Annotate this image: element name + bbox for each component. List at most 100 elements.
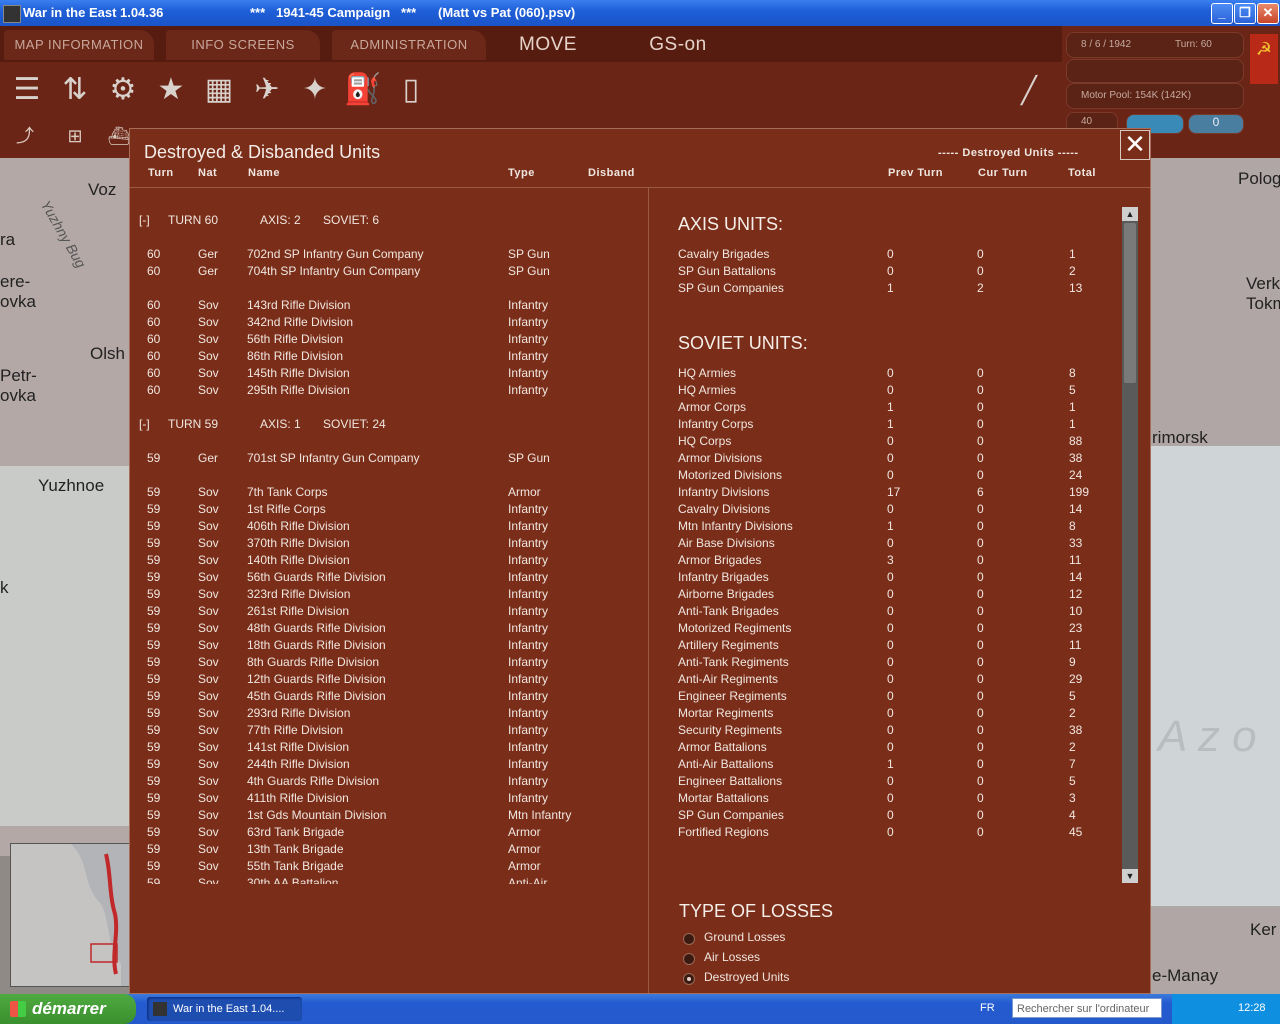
star-icon[interactable]: ★ — [152, 71, 190, 109]
summary-scrollbar[interactable]: ▲ ▼ — [1122, 207, 1138, 883]
unit-row[interactable]: 59 Sov 48th Guards Rifle Division Infantry — [130, 621, 648, 638]
unit-row[interactable]: 60 Sov 295th Rifle Division Infantry — [130, 383, 648, 400]
unit-row[interactable]: 59 Sov 13th Tank Brigade Armor — [130, 842, 648, 859]
unit-row[interactable]: 59 Sov 140th Rifle Division Infantry — [130, 553, 648, 570]
air-icon[interactable]: ✈ — [248, 71, 286, 109]
radio-label-ground[interactable]: Ground Losses — [704, 930, 785, 944]
summary-prev-turn: 1 — [887, 417, 894, 431]
unit-row[interactable]: 59 Sov 244th Rifle Division Infantry — [130, 757, 648, 774]
unit-type: Infantry — [508, 723, 549, 737]
minimap[interactable] — [10, 843, 130, 987]
pencil-icon[interactable]: ╱ — [1010, 71, 1048, 109]
unit-row[interactable]: 59 Sov 7th Tank Corps Armor — [130, 485, 648, 502]
col-header-prev-turn: Prev Turn — [888, 167, 944, 179]
unit-row[interactable]: 60 Sov 86th Rifle Division Infantry — [130, 349, 648, 366]
unit-row[interactable]: 60 Sov 56th Rifle Division Infantry — [130, 332, 648, 349]
unit-stack-icon[interactable]: ☰ — [8, 71, 46, 109]
unit-row[interactable]: 59 Sov 77th Rifle Division Infantry — [130, 723, 648, 740]
scroll-thumb[interactable] — [1124, 223, 1136, 383]
tab-map-information[interactable]: MAP INFORMATION — [4, 30, 154, 60]
col-header-name[interactable]: Name — [248, 167, 280, 179]
scroll-up-arrow-icon[interactable]: ▲ — [1122, 207, 1138, 221]
unit-row[interactable]: 59 Sov 12th Guards Rifle Division Infantry — [130, 672, 648, 689]
taskbar-item-game[interactable]: War in the East 1.04.... — [147, 997, 302, 1021]
unit-row[interactable]: 59 Sov 4th Guards Rifle Division Infantry — [130, 774, 648, 791]
radio-air-losses[interactable] — [683, 953, 695, 965]
unit-row[interactable]: 59 Sov 323rd Rifle Division Infantry — [130, 587, 648, 604]
turn-group-header[interactable]: [-] TURN 59 AXIS: 1 SOVIET: 24 — [130, 417, 648, 434]
unit-type: Infantry — [508, 604, 549, 618]
unit-row[interactable]: 59 Sov 18th Guards Rifle Division Infantry — [130, 638, 648, 655]
collapse-toggle[interactable]: [-] — [139, 417, 150, 431]
turn-group-header[interactable]: [-] TURN 60 AXIS: 2 SOVIET: 6 — [130, 213, 648, 230]
col-header-disband[interactable]: Disband — [588, 167, 635, 179]
unit-row[interactable]: 59 Sov 1st Rifle Corps Infantry — [130, 502, 648, 519]
scroll-down-arrow-icon[interactable]: ▼ — [1122, 869, 1138, 883]
close-window-button[interactable]: ✕ — [1257, 3, 1279, 24]
formation-icon[interactable]: ⇅ — [56, 71, 94, 109]
unit-row[interactable]: 59 Sov 370th Rifle Division Infantry — [130, 536, 648, 553]
radio-label-air[interactable]: Air Losses — [704, 950, 760, 964]
collapse-toggle[interactable]: [-] — [139, 213, 150, 227]
summary-list[interactable]: AXIS UNITS: Cavalry Brigades 0 0 1 SP Gun Ba… — [650, 204, 1120, 884]
unit-row[interactable]: 59 Sov 30th AA Battalion Anti-Air — [130, 876, 648, 884]
unit-row[interactable]: 59 Sov 8th Guards Rifle Division Infantry — [130, 655, 648, 672]
unit-row[interactable]: 60 Sov 145th Rifle Division Infantry — [130, 366, 648, 383]
tab-info-screens[interactable]: INFO SCREENS — [166, 30, 320, 60]
unit-row[interactable]: 59 Sov 63rd Tank Brigade Armor — [130, 825, 648, 842]
tab-administration[interactable]: ADMINISTRATION — [332, 30, 486, 60]
unit-type: Infantry — [508, 774, 549, 788]
supply-icon[interactable]: ▯ — [392, 71, 430, 109]
search-input[interactable]: Rechercher sur l'ordinateur — [1012, 998, 1162, 1018]
tab-move[interactable]: MOVE — [500, 30, 596, 60]
turn-label: TURN 59 — [168, 417, 219, 431]
maximize-button[interactable]: ❐ — [1234, 3, 1256, 24]
unit-row[interactable]: 59 Sov 56th Guards Rifle Division Infantry — [130, 570, 648, 587]
unit-name: 701st SP Infantry Gun Company — [247, 451, 420, 465]
radio-destroyed-units[interactable] — [683, 973, 695, 985]
radio-ground-losses[interactable] — [683, 933, 695, 945]
unit-row[interactable]: 59 Sov 141st Rifle Division Infantry — [130, 740, 648, 757]
language-indicator[interactable]: FR — [980, 1002, 995, 1014]
dialog-close-button[interactable]: ✕ — [1120, 130, 1150, 160]
col-header-turn[interactable]: Turn — [148, 167, 174, 179]
summary-total: 45 — [1069, 825, 1083, 839]
unit-nationality: Sov — [198, 757, 219, 771]
hex-grid-icon[interactable]: ▦ — [200, 71, 238, 109]
gear-icon[interactable]: ⚙ — [104, 71, 142, 109]
summary-prev-turn: 0 — [887, 536, 894, 550]
map-label: Olsh — [90, 344, 125, 363]
rail-icon[interactable]: ⊞ — [60, 121, 90, 151]
unit-turn: 59 — [147, 587, 161, 601]
bombing-icon[interactable]: ✦ — [296, 71, 334, 109]
unit-nationality: Sov — [198, 655, 219, 669]
unit-row[interactable]: 59 Sov 406th Rifle Division Infantry — [130, 519, 648, 536]
tab-gs-toggle[interactable]: GS-on — [630, 30, 726, 60]
minimize-button[interactable]: _ — [1211, 3, 1233, 24]
unit-row[interactable]: 59 Sov 45th Guards Rifle Division Infantry — [130, 689, 648, 706]
summary-cur-turn: 0 — [977, 502, 984, 516]
unit-row[interactable]: 60 Ger 704th SP Infantry Gun Company SP Gun — [130, 264, 648, 281]
unit-nationality: Sov — [198, 587, 219, 601]
unit-row[interactable]: 59 Ger 701st SP Infantry Gun Company SP Gun — [130, 451, 648, 468]
unit-row[interactable]: 60 Sov 342nd Rifle Division Infantry — [130, 315, 648, 332]
summary-row: Infantry Divisions 17 6 199 — [650, 485, 1120, 502]
radio-label-destroyed[interactable]: Destroyed Units — [704, 970, 789, 984]
col-header-nat[interactable]: Nat — [198, 167, 217, 179]
unit-row[interactable]: 59 Sov 293rd Rifle Division Infantry — [130, 706, 648, 723]
unit-row[interactable]: 59 Sov 411th Rifle Division Infantry — [130, 791, 648, 808]
path-icon[interactable]: ⤴ — [10, 121, 40, 151]
unit-row[interactable]: 60 Ger 702nd SP Infantry Gun Company SP Gun — [130, 247, 648, 264]
summary-total: 8 — [1069, 366, 1076, 380]
start-button[interactable]: démarrer — [0, 994, 136, 1024]
unit-nationality: Sov — [198, 366, 219, 380]
value-box[interactable]: 0 — [1188, 114, 1244, 134]
unit-row[interactable]: 59 Sov 1st Gds Mountain Division Mtn Infant… — [130, 808, 648, 825]
unit-row[interactable]: 59 Sov 55th Tank Brigade Armor — [130, 859, 648, 876]
unit-row[interactable]: 59 Sov 261st Rifle Division Infantry — [130, 604, 648, 621]
unit-row[interactable]: 60 Sov 143rd Rifle Division Infantry — [130, 298, 648, 315]
col-header-type[interactable]: Type — [508, 167, 535, 179]
units-list[interactable]: [-] TURN 60 AXIS: 2 SOVIET: 6 60 Ger 702nd… — [130, 204, 648, 884]
fuel-icon[interactable]: ⛽ — [344, 71, 382, 109]
summary-row: Anti-Air Battalions 1 0 7 — [650, 757, 1120, 774]
